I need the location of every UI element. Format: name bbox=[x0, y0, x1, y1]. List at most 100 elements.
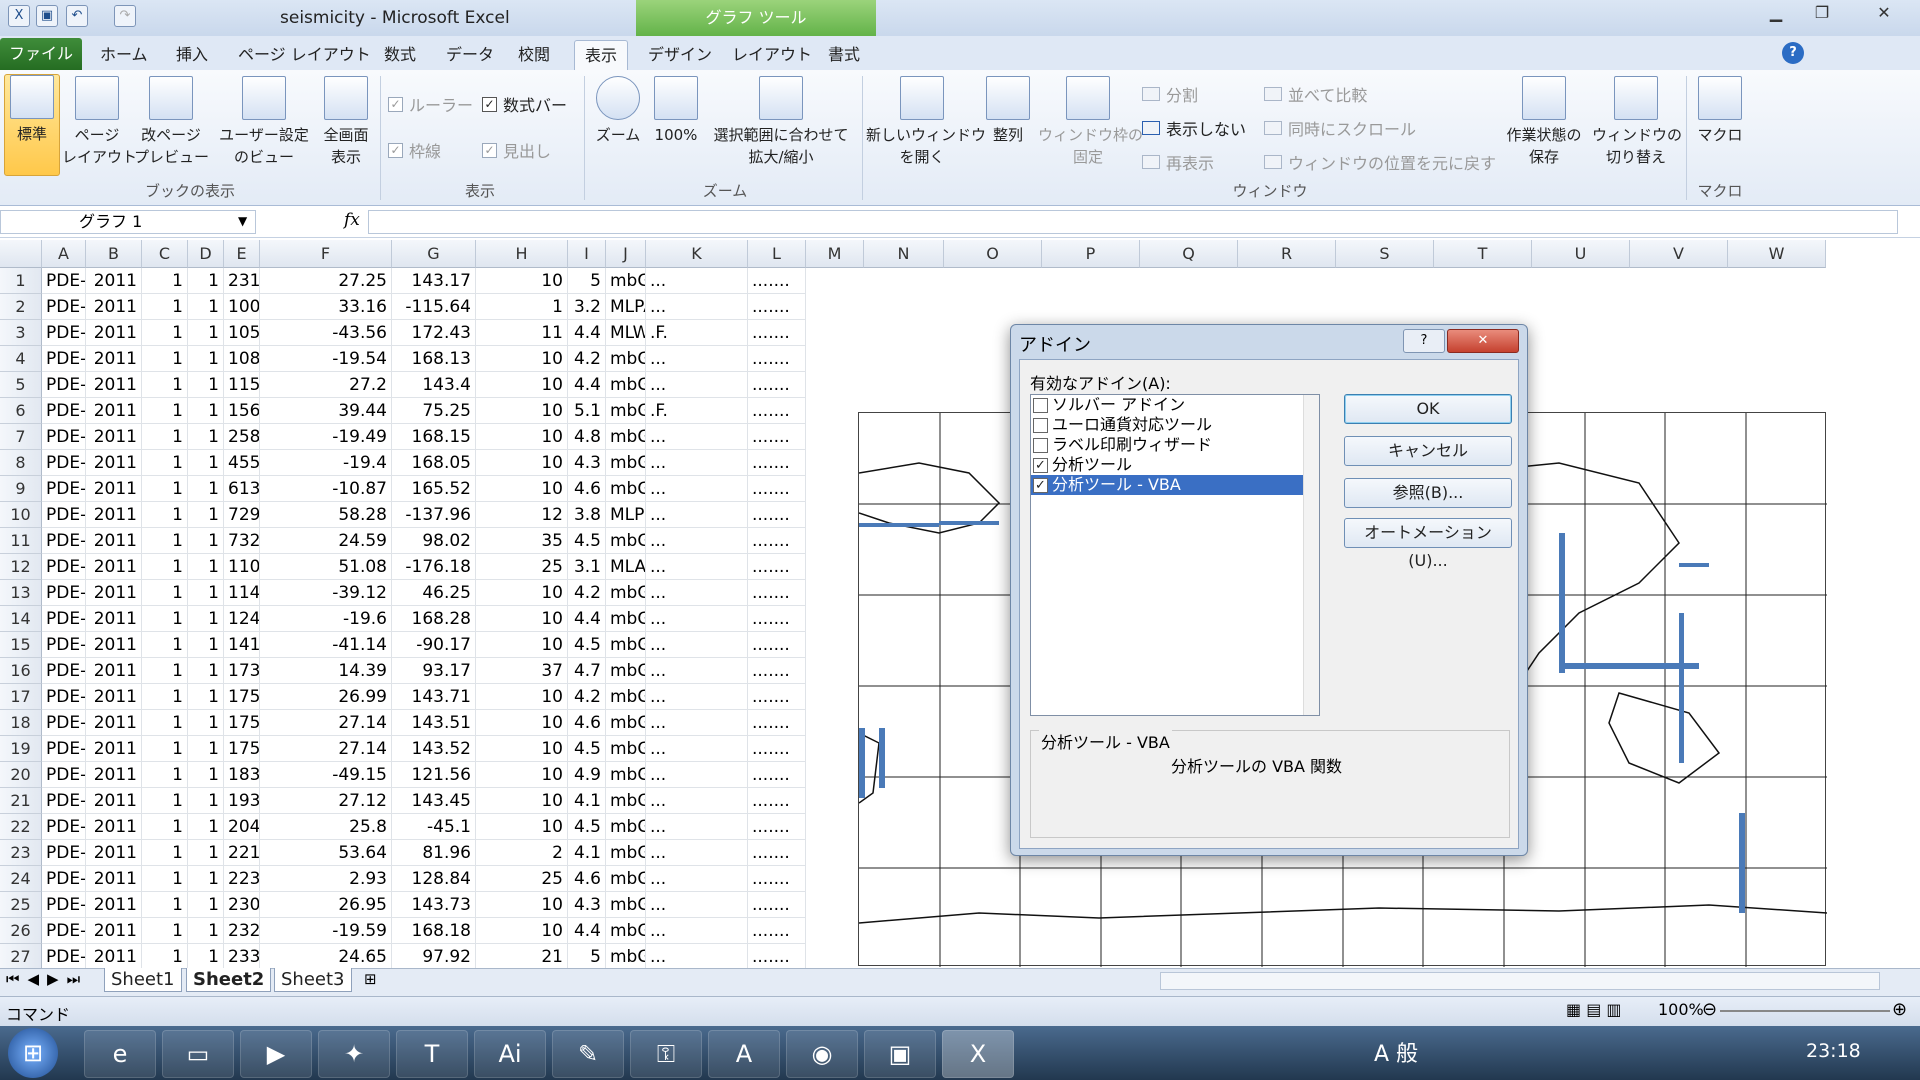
table-cell[interactable]: -43.56 bbox=[260, 320, 392, 346]
column-header[interactable]: D bbox=[188, 240, 224, 268]
table-cell[interactable]: PDE-W bbox=[42, 762, 86, 788]
column-header[interactable]: I bbox=[568, 240, 606, 268]
table-cell[interactable]: ... bbox=[646, 788, 748, 814]
table-cell[interactable]: 4.5 bbox=[568, 528, 606, 554]
table-cell[interactable]: 4.5 bbox=[568, 632, 606, 658]
table-cell[interactable]: PDE-W bbox=[42, 294, 86, 320]
table-cell[interactable]: 4.8 bbox=[568, 424, 606, 450]
table-cell[interactable]: PDE-W bbox=[42, 424, 86, 450]
table-cell[interactable]: 4.3 bbox=[568, 450, 606, 476]
row-header[interactable]: 5 bbox=[0, 372, 42, 398]
table-cell[interactable]: 168.05 bbox=[392, 450, 476, 476]
table-cell[interactable]: PDE-W bbox=[42, 840, 86, 866]
table-cell[interactable]: 1 bbox=[142, 554, 188, 580]
table-cell[interactable]: 10 bbox=[476, 450, 568, 476]
table-cell[interactable]: 2011 bbox=[86, 346, 142, 372]
table-cell[interactable]: 27.25 bbox=[260, 268, 392, 294]
zoom-slider[interactable] bbox=[1720, 1010, 1890, 1012]
table-cell[interactable]: 1 bbox=[142, 372, 188, 398]
table-cell[interactable]: mbGS bbox=[606, 632, 646, 658]
table-cell[interactable]: 141156.7 bbox=[224, 632, 260, 658]
table-cell[interactable]: 1 bbox=[142, 476, 188, 502]
table-cell[interactable]: MLPAS bbox=[606, 294, 646, 320]
table-cell[interactable]: ....... bbox=[748, 398, 806, 424]
table-cell[interactable]: 1 bbox=[188, 424, 224, 450]
table-cell[interactable]: 165.52 bbox=[392, 476, 476, 502]
table-cell[interactable]: 26.95 bbox=[260, 892, 392, 918]
row-header[interactable]: 10 bbox=[0, 502, 42, 528]
table-cell[interactable]: 2011 bbox=[86, 450, 142, 476]
table-cell[interactable]: PDE-W bbox=[42, 502, 86, 528]
table-cell[interactable]: 10 bbox=[476, 684, 568, 710]
table-cell[interactable]: 2011 bbox=[86, 632, 142, 658]
table-cell[interactable]: -19.54 bbox=[260, 346, 392, 372]
table-cell[interactable]: 1 bbox=[188, 710, 224, 736]
table-cell[interactable]: 1 bbox=[188, 476, 224, 502]
table-cell[interactable]: mbGS bbox=[606, 398, 646, 424]
table-cell[interactable]: 21 bbox=[476, 944, 568, 970]
table-cell[interactable]: 72906.61 bbox=[224, 502, 260, 528]
table-cell[interactable]: 5.1 bbox=[568, 398, 606, 424]
table-cell[interactable]: 1 bbox=[188, 294, 224, 320]
table-cell[interactable]: 221631.84 bbox=[224, 840, 260, 866]
table-cell[interactable]: ... bbox=[646, 736, 748, 762]
unhide-window-button[interactable]: 再表示 bbox=[1142, 150, 1214, 174]
table-cell[interactable]: -176.18 bbox=[392, 554, 476, 580]
table-cell[interactable]: 1 bbox=[188, 502, 224, 528]
hide-window-button[interactable]: 表示しない bbox=[1142, 116, 1246, 140]
table-cell[interactable]: 2011 bbox=[86, 424, 142, 450]
table-cell[interactable]: 2011 bbox=[86, 606, 142, 632]
table-cell[interactable]: -19.49 bbox=[260, 424, 392, 450]
horizontal-scrollbar[interactable] bbox=[1160, 972, 1880, 990]
table-cell[interactable]: 1 bbox=[188, 944, 224, 970]
table-cell[interactable]: 4.5 bbox=[568, 736, 606, 762]
table-cell[interactable]: 45540.95 bbox=[224, 450, 260, 476]
illustrator-icon[interactable]: Ai bbox=[474, 1030, 546, 1078]
table-cell[interactable]: 58.28 bbox=[260, 502, 392, 528]
table-cell[interactable]: ....... bbox=[748, 606, 806, 632]
row-header[interactable]: 7 bbox=[0, 424, 42, 450]
table-cell[interactable]: mbGS bbox=[606, 918, 646, 944]
switch-windows-button[interactable]: ウィンドウの 切り替え bbox=[1592, 76, 1682, 168]
table-cell[interactable]: 1 bbox=[142, 788, 188, 814]
table-cell[interactable]: 3.1 bbox=[568, 554, 606, 580]
table-cell[interactable]: 93.17 bbox=[392, 658, 476, 684]
table-cell[interactable]: PDE-W bbox=[42, 788, 86, 814]
table-cell[interactable]: 98.02 bbox=[392, 528, 476, 554]
table-cell[interactable]: ....... bbox=[748, 658, 806, 684]
zoom-out-icon[interactable]: ⊖ bbox=[1702, 999, 1717, 1020]
table-cell[interactable]: PDE-W bbox=[42, 684, 86, 710]
table-cell[interactable]: 14.39 bbox=[260, 658, 392, 684]
table-cell[interactable]: ....... bbox=[748, 710, 806, 736]
table-cell[interactable]: 4.4 bbox=[568, 320, 606, 346]
table-cell[interactable]: 2011 bbox=[86, 762, 142, 788]
addins-listbox[interactable]: ソルバー アドイン ユーロ通貨対応ツール ラベル印刷ウィザード ✓ 分析ツール … bbox=[1030, 394, 1320, 716]
table-cell[interactable]: 4.3 bbox=[568, 892, 606, 918]
tab-insert[interactable]: 挿入 bbox=[166, 40, 218, 70]
table-cell[interactable]: 5 bbox=[568, 944, 606, 970]
table-cell[interactable]: 4.1 bbox=[568, 788, 606, 814]
table-cell[interactable]: 10 bbox=[476, 736, 568, 762]
row-header[interactable]: 16 bbox=[0, 658, 42, 684]
table-cell[interactable]: 2011 bbox=[86, 918, 142, 944]
table-cell[interactable]: 1 bbox=[188, 866, 224, 892]
table-cell[interactable]: 2.93 bbox=[260, 866, 392, 892]
fx-icon[interactable]: fx bbox=[344, 210, 360, 230]
table-cell[interactable]: ....... bbox=[748, 944, 806, 970]
table-cell[interactable]: ... bbox=[646, 684, 748, 710]
column-header[interactable]: G bbox=[392, 240, 476, 268]
table-cell[interactable]: 121.56 bbox=[392, 762, 476, 788]
table-cell[interactable]: 10 bbox=[476, 268, 568, 294]
chevron-down-icon[interactable]: ▼ bbox=[238, 214, 247, 228]
table-cell[interactable]: mbGS bbox=[606, 424, 646, 450]
table-cell[interactable]: 4.6 bbox=[568, 710, 606, 736]
table-cell[interactable]: 4.2 bbox=[568, 346, 606, 372]
row-header[interactable]: 4 bbox=[0, 346, 42, 372]
page-layout-view-button[interactable]: ページ レイアウト bbox=[62, 76, 137, 168]
table-cell[interactable]: ....... bbox=[748, 268, 806, 294]
table-cell[interactable]: mbGS bbox=[606, 606, 646, 632]
table-cell[interactable]: 1 bbox=[188, 892, 224, 918]
table-cell[interactable]: 10 bbox=[476, 606, 568, 632]
addin-item[interactable]: ユーロ通貨対応ツール bbox=[1031, 415, 1303, 435]
row-header[interactable]: 26 bbox=[0, 918, 42, 944]
